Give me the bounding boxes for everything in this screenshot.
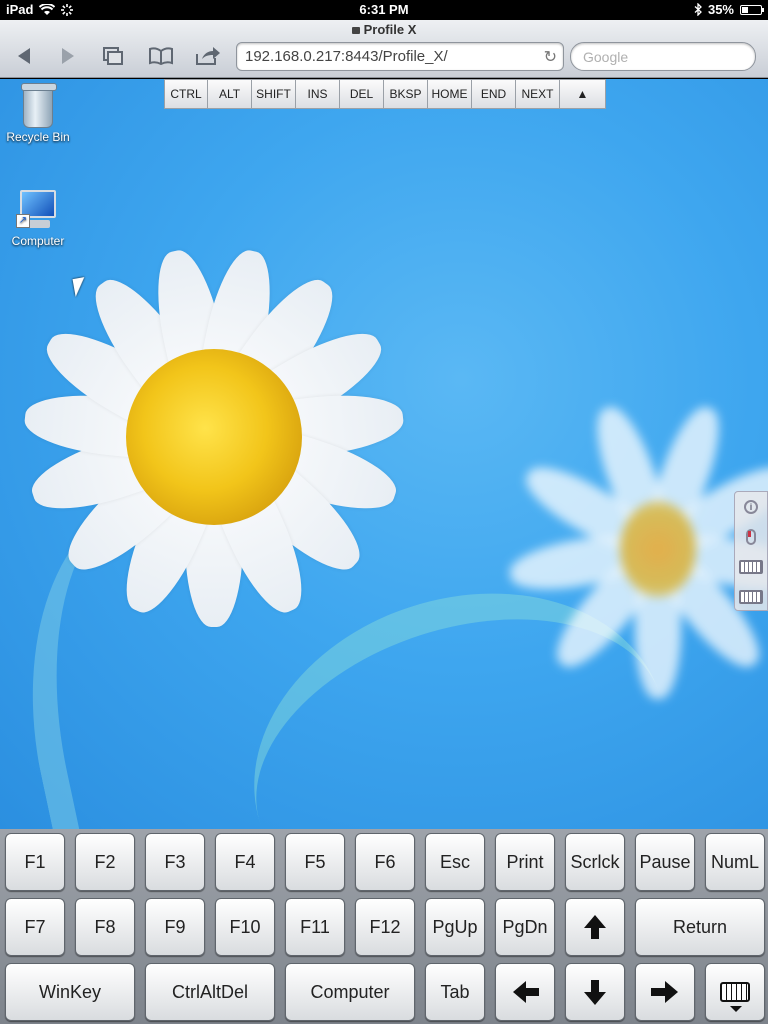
key-next[interactable]: NEXT [516,80,560,108]
virtual-keyboard: F1 F2 F3 F4 F5 F6 Esc Print Scrlck Pause… [0,829,768,1024]
forward-arrow-icon [62,48,74,64]
key-f7[interactable]: F7 [5,898,65,956]
key-f11[interactable]: F11 [285,898,345,956]
key-f6[interactable]: F6 [355,833,415,891]
back-button[interactable] [10,44,38,68]
arrow-left-icon [512,981,539,1003]
arrow-down-icon [584,979,606,1005]
key-del[interactable]: DEL [340,80,384,108]
book-icon [149,47,173,65]
back-arrow-icon [18,48,30,64]
keyboard-alt-icon [739,590,763,604]
key-bksp[interactable]: BKSP [384,80,428,108]
key-end[interactable]: END [472,80,516,108]
reload-icon[interactable]: ↻ [544,47,557,67]
recycle-bin-icon [21,83,57,128]
key-return[interactable]: Return [635,898,765,956]
hide-keyboard-button[interactable] [705,963,765,1021]
key-arrow-left[interactable] [495,963,555,1021]
special-keys-toolbar: CTRL ALT SHIFT INS DEL BKSP HOME END NEX… [164,79,606,109]
page-title-text: Profile X [363,22,417,37]
key-shift[interactable]: SHIFT [252,80,296,108]
bookmarks-button[interactable] [147,44,175,68]
side-tool-keyboard-alt[interactable] [735,582,767,612]
desktop-icon-label: Computer [11,234,65,248]
side-tools-panel: i [734,491,768,611]
key-f5[interactable]: F5 [285,833,345,891]
toolbar-toggle-up-icon[interactable]: ▲ [560,80,605,108]
side-tool-keyboard[interactable] [735,552,767,582]
search-input[interactable]: Google [570,42,756,71]
hide-keyboard-icon [720,982,750,1012]
mouse-icon [746,529,756,545]
key-esc[interactable]: Esc [425,833,485,891]
browser-toolbar: Profile X 192.168.0.217:8443/Profile_X/ … [0,20,768,78]
key-pgup[interactable]: PgUp [425,898,485,956]
key-f3[interactable]: F3 [145,833,205,891]
desktop-icon-computer[interactable]: ↗ Computer [0,190,78,248]
key-f9[interactable]: F9 [145,898,205,956]
remote-desktop[interactable]: Recycle Bin ↗ Computer [0,79,768,829]
bluetooth-icon [694,3,702,16]
side-tool-info[interactable]: i [735,492,767,522]
mouse-pointer-icon [72,277,88,297]
key-ctrl[interactable]: CTRL [165,80,208,108]
desktop-icon-recycle-bin[interactable]: Recycle Bin [0,83,78,144]
key-alt[interactable]: ALT [208,80,252,108]
share-icon [196,47,220,65]
desktop-icon-label: Recycle Bin [6,130,70,144]
key-winkey[interactable]: WinKey [5,963,135,1021]
key-arrow-right[interactable] [635,963,695,1021]
key-arrow-down[interactable] [565,963,625,1021]
keyboard-icon [739,560,763,574]
pages-icon [103,47,123,65]
computer-icon: ↗ [16,190,60,232]
key-scrlck[interactable]: Scrlck [565,833,625,891]
url-input[interactable]: 192.168.0.217:8443/Profile_X/ ↻ [236,42,564,71]
key-ins[interactable]: INS [296,80,340,108]
key-ctrlaltdel[interactable]: CtrlAltDel [145,963,275,1021]
key-pgdn[interactable]: PgDn [495,898,555,956]
key-print[interactable]: Print [495,833,555,891]
battery-icon [740,4,764,15]
tabs-button[interactable] [99,44,127,68]
key-f2[interactable]: F2 [75,833,135,891]
url-text: 192.168.0.217:8443/Profile_X/ [245,48,448,65]
key-pause[interactable]: Pause [635,833,695,891]
key-f8[interactable]: F8 [75,898,135,956]
page-title: Profile X [0,22,768,37]
key-computer[interactable]: Computer [285,963,415,1021]
key-numl[interactable]: NumL [705,833,765,891]
status-right: 35% [694,2,764,17]
battery-fill [742,6,748,13]
search-placeholder: Google [583,49,629,65]
battery-percent: 35% [707,2,734,17]
key-f10[interactable]: F10 [215,898,275,956]
info-icon: i [744,500,758,514]
status-bar: iPad 6:31 PM 35% [0,0,768,20]
arrow-right-icon [650,981,678,1003]
key-home[interactable]: HOME [428,80,472,108]
forward-button[interactable] [54,44,82,68]
lock-icon [351,27,360,34]
status-time: 6:31 PM [359,2,409,17]
arrow-up-icon [584,914,606,939]
side-tool-mouse[interactable] [735,522,767,552]
share-button[interactable] [194,44,222,68]
key-f1[interactable]: F1 [5,833,65,891]
key-arrow-up[interactable] [565,898,625,956]
key-f4[interactable]: F4 [215,833,275,891]
key-tab[interactable]: Tab [425,963,485,1021]
key-f12[interactable]: F12 [355,898,415,956]
